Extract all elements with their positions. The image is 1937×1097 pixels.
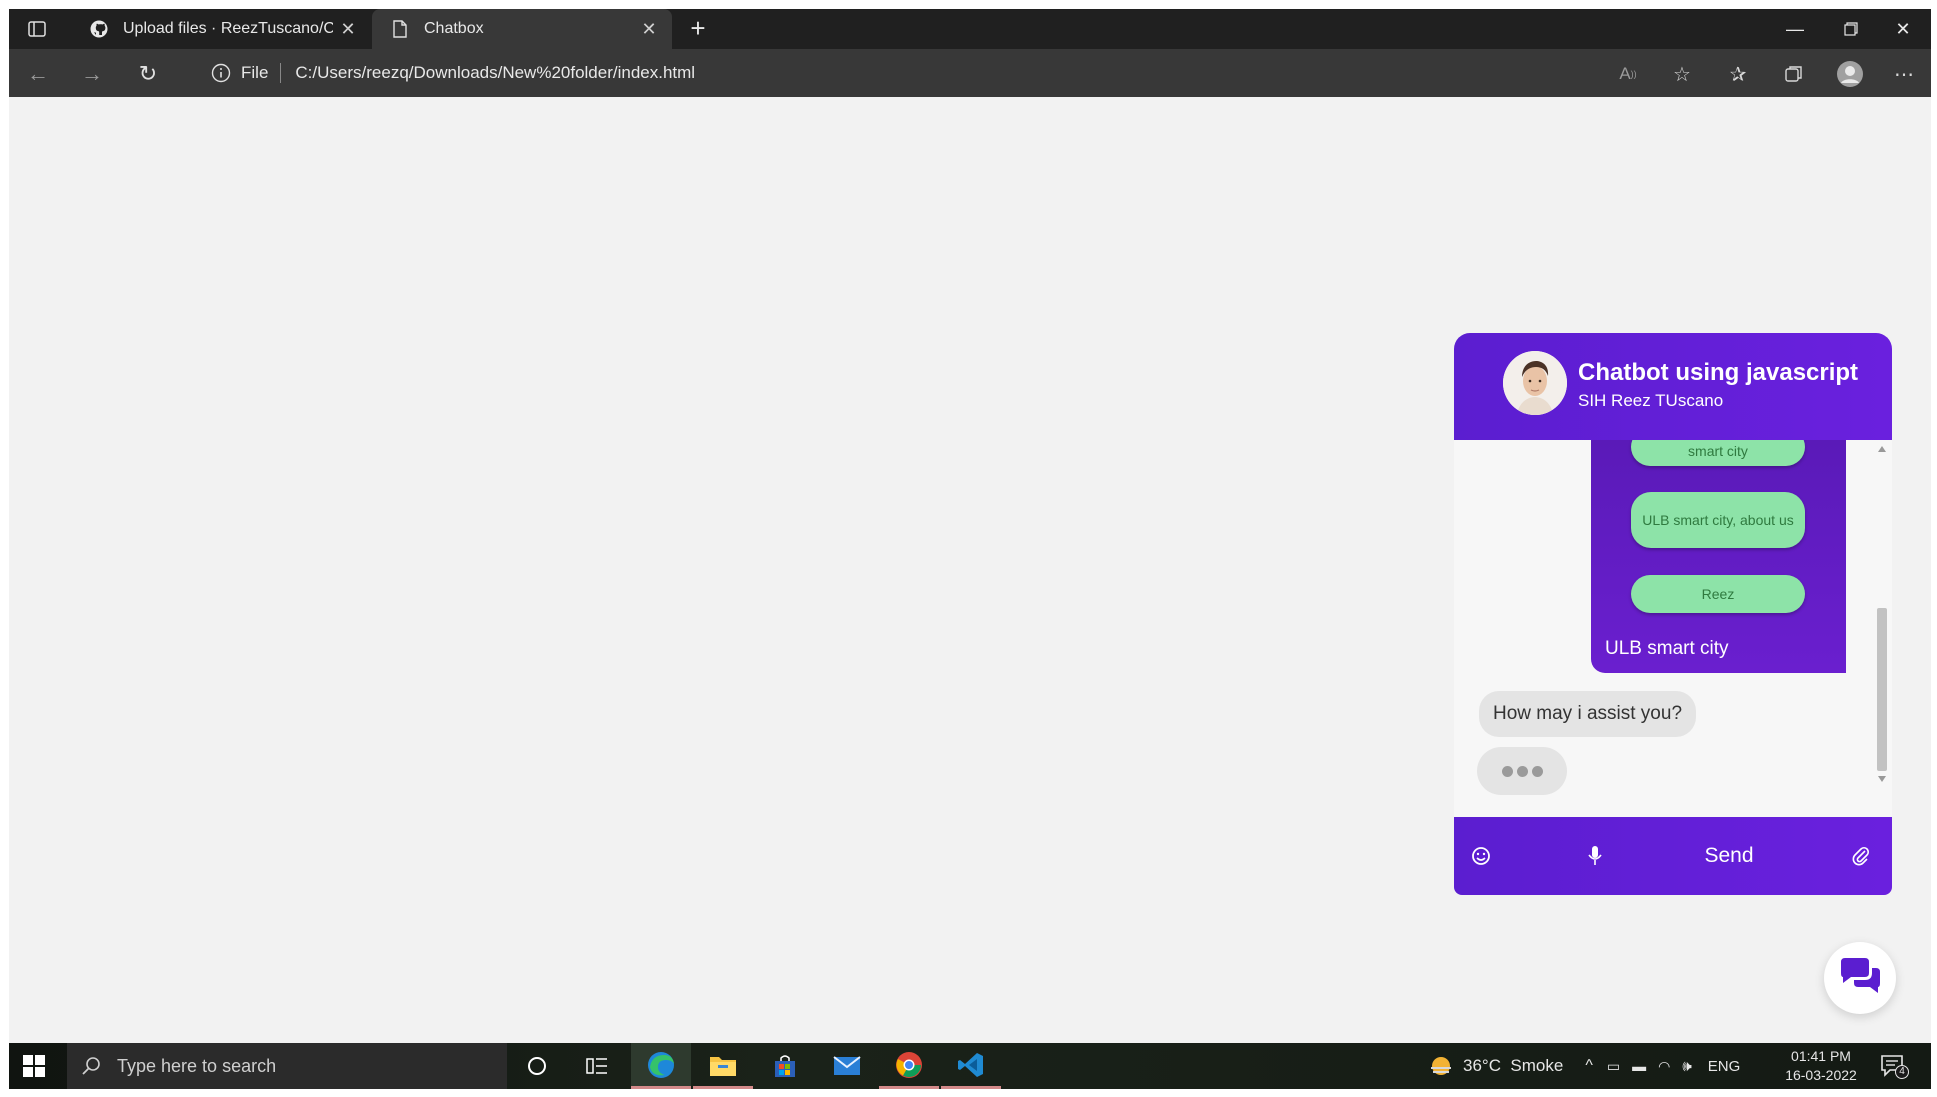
date-text: 16-03-2022 — [1785, 1067, 1857, 1083]
address-bar[interactable]: File C:/Users/reezq/Downloads/New%20fold… — [191, 55, 1691, 91]
tab-actions-icon[interactable] — [27, 19, 47, 39]
weather-text[interactable]: 36°C Smoke — [1463, 1056, 1563, 1076]
chat-title: Chatbot using javascript — [1578, 359, 1859, 386]
browser-toolbar: ← → ↻ File C:/Users/reezq/Downloads/New%… — [9, 49, 1931, 97]
collections-icon[interactable] — [1779, 59, 1809, 89]
typing-dot — [1501, 765, 1513, 777]
browser-titlebar: Upload files · ReezTuscano/Chatl ✕ Chatb… — [9, 9, 1931, 49]
profile-icon[interactable] — [1835, 59, 1865, 89]
option-button[interactable]: smart city — [1631, 440, 1805, 466]
chat-header: Chatbot using javascript SIH Reez TUscan… — [1454, 333, 1892, 440]
close-window-icon[interactable]: ✕ — [1875, 9, 1931, 49]
chat-bubbles-icon — [1837, 956, 1883, 1001]
mail-icon[interactable] — [817, 1043, 877, 1089]
taskbar-search-input[interactable]: Type here to search — [67, 1043, 507, 1089]
file-explorer-icon[interactable] — [693, 1043, 753, 1089]
scroll-thumb[interactable] — [1877, 608, 1887, 771]
scroll-up-arrow-icon[interactable] — [1878, 446, 1886, 452]
option-button[interactable]: ULB smart city, about us — [1631, 492, 1805, 548]
microphone-icon[interactable] — [1582, 843, 1608, 869]
forward-icon[interactable]: → — [77, 59, 107, 89]
wifi-icon[interactable]: ◠ — [1658, 1058, 1670, 1075]
cortana-icon[interactable] — [507, 1043, 567, 1089]
read-aloud-icon[interactable]: A)) — [1613, 59, 1643, 89]
minimize-icon[interactable]: — — [1767, 9, 1823, 49]
notification-center-icon[interactable]: 4 — [1879, 1053, 1909, 1081]
attachment-icon[interactable] — [1848, 843, 1874, 869]
microsoft-store-icon[interactable] — [755, 1043, 815, 1089]
page-content: Chatbot using javascript SIH Reez TUscan… — [9, 97, 1931, 1043]
tab-upload-files[interactable]: Upload files · ReezTuscano/Chatl ✕ — [71, 9, 371, 49]
search-placeholder: Type here to search — [117, 1055, 277, 1076]
language-indicator[interactable]: ENG — [1708, 1058, 1741, 1075]
chat-footer: Send — [1454, 817, 1892, 895]
add-favorite-icon[interactable]: ☆ — [1667, 59, 1697, 89]
chat-subtitle: SIH Reez TUscano — [1578, 391, 1724, 410]
url-separator — [280, 63, 282, 83]
info-icon[interactable] — [211, 63, 231, 83]
restore-icon[interactable] — [1823, 9, 1879, 49]
edge-taskbar-icon[interactable] — [631, 1043, 691, 1089]
chatbox: Chatbot using javascript SIH Reez TUscan… — [1454, 333, 1892, 895]
refresh-icon[interactable]: ↻ — [133, 59, 163, 89]
emoji-icon[interactable] — [1468, 843, 1494, 869]
notification-count-badge: 4 — [1895, 1065, 1909, 1079]
volume-icon[interactable]: 🕪 — [1682, 1058, 1691, 1075]
tab-chatbox[interactable]: Chatbox ✕ — [372, 9, 672, 49]
time-text: 01:41 PM — [1791, 1048, 1851, 1064]
scroll-down-arrow-icon[interactable] — [1878, 776, 1886, 782]
favorites-icon[interactable]: ✰ — [1723, 59, 1753, 89]
weather-icon[interactable] — [1429, 1054, 1453, 1078]
send-button[interactable]: Send — [1694, 841, 1764, 871]
typing-dot — [1516, 765, 1528, 777]
tab-label: Chatbox — [424, 20, 484, 37]
bot-message-bubble: How may i assist you? — [1479, 691, 1697, 737]
clock[interactable]: 01:41 PM 16-03-2022 — [1778, 1047, 1864, 1085]
new-tab-icon[interactable]: + — [684, 15, 712, 43]
search-icon — [81, 1056, 101, 1076]
back-icon[interactable]: ← — [23, 59, 53, 89]
scheme-label: File — [241, 63, 269, 82]
chat-messages[interactable]: smart city ULB smart city, about us Reez… — [1454, 440, 1892, 817]
avatar — [1503, 351, 1567, 415]
user-message-text: ULB smart city — [1605, 638, 1729, 659]
task-view-icon[interactable] — [567, 1043, 627, 1089]
meet-now-icon[interactable]: ▭ — [1607, 1058, 1620, 1075]
battery-icon[interactable]: ▬ — [1632, 1058, 1646, 1074]
tab-label: Upload files · ReezTuscano/Chatl — [123, 20, 333, 37]
option-button[interactable]: Reez — [1631, 575, 1805, 613]
user-message-bubble: smart city ULB smart city, about us Reez… — [1591, 440, 1846, 673]
show-hidden-icons-icon[interactable]: ^ — [1585, 1057, 1593, 1075]
close-tab-icon[interactable]: ✕ — [333, 19, 363, 40]
system-tray: 36°C Smoke ^ ▭ ▬ ◠ 🕪 ENG — [1429, 1043, 1740, 1089]
chrome-icon[interactable] — [879, 1043, 939, 1089]
url-text[interactable]: C:/Users/reezq/Downloads/New%20folder/in… — [295, 63, 695, 83]
close-tab-icon[interactable]: ✕ — [634, 19, 664, 40]
more-options-icon[interactable]: ⋯ — [1889, 59, 1919, 89]
typing-indicator — [1477, 747, 1567, 795]
vscode-icon[interactable] — [941, 1043, 1001, 1089]
github-icon — [89, 19, 109, 39]
windows-start-icon[interactable] — [23, 1055, 45, 1077]
chat-launcher-button[interactable] — [1824, 942, 1896, 1014]
windows-taskbar: Type here to search 36°C Smoke ^ ▭ ▬ ◠ 🕪… — [9, 1043, 1931, 1089]
typing-dot — [1531, 765, 1543, 777]
page-icon — [390, 19, 410, 39]
screen: Upload files · ReezTuscano/Chatl ✕ Chatb… — [9, 9, 1931, 1089]
